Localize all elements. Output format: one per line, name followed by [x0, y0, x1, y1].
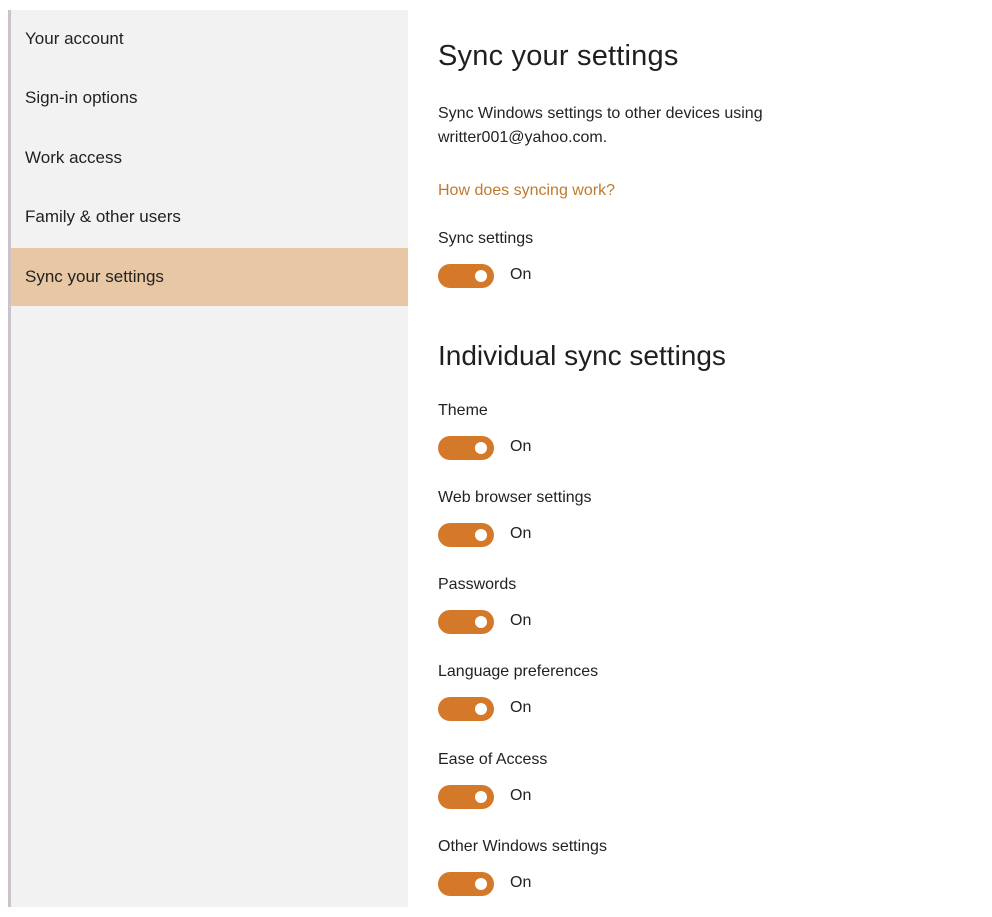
sidebar: Your account Sign-in options Work access… [8, 10, 408, 907]
setting-label: Passwords [438, 576, 517, 593]
toggle-knob [475, 878, 487, 890]
page-title: Sync your settings [438, 40, 679, 72]
setting-label: Language preferences [438, 663, 599, 680]
toggle-knob [475, 703, 487, 715]
toggle-state: On [510, 699, 532, 716]
sidebar-item-work-access[interactable]: Work access [11, 129, 408, 187]
ease-of-access-toggle[interactable] [438, 785, 494, 809]
web-browser-setting: Web browser settings On [438, 489, 838, 553]
sync-settings-setting: Sync settings On [438, 230, 838, 294]
sidebar-item-your-account[interactable]: Your account [11, 10, 408, 68]
main-content: Sync your settings Sync Windows settings… [438, 10, 978, 907]
passwords-setting: Passwords On [438, 576, 838, 640]
toggle-state: On [510, 874, 532, 891]
other-windows-settings-setting: Other Windows settings On [438, 838, 838, 902]
toggle-knob [475, 616, 487, 628]
sync-settings-toggle[interactable] [438, 264, 494, 288]
setting-label: Theme [438, 402, 488, 419]
sidebar-item-label: Work access [25, 148, 122, 167]
sidebar-item-label: Your account [25, 29, 124, 48]
sidebar-item-sign-in-options[interactable]: Sign-in options [11, 69, 408, 127]
help-link[interactable]: How does syncing work? [438, 182, 615, 200]
individual-sync-title: Individual sync settings [438, 340, 726, 371]
language-preferences-setting: Language preferences On [438, 663, 838, 727]
toggle-state: On [510, 266, 532, 283]
setting-label: Other Windows settings [438, 838, 607, 855]
toggle-state: On [510, 525, 532, 542]
toggle-knob [475, 529, 487, 541]
theme-setting: Theme On [438, 402, 838, 466]
sidebar-item-label: Sign-in options [25, 88, 138, 107]
setting-label: Sync settings [438, 230, 534, 247]
sidebar-item-label: Family & other users [25, 207, 181, 226]
sidebar-item-family-other-users[interactable]: Family & other users [11, 188, 408, 246]
setting-label: Ease of Access [438, 751, 548, 768]
toggle-knob [475, 442, 487, 454]
setting-label: Web browser settings [438, 489, 592, 506]
toggle-state: On [510, 787, 532, 804]
language-preferences-toggle[interactable] [438, 697, 494, 721]
web-browser-toggle[interactable] [438, 523, 494, 547]
toggle-knob [475, 791, 487, 803]
passwords-toggle[interactable] [438, 610, 494, 634]
toggle-knob [475, 270, 487, 282]
other-windows-settings-toggle[interactable] [438, 872, 494, 896]
sidebar-item-label: Sync your settings [25, 267, 164, 286]
ease-of-access-setting: Ease of Access On [438, 751, 838, 815]
sidebar-item-sync-your-settings[interactable]: Sync your settings [11, 248, 408, 306]
settings-window: Your account Sign-in options Work access… [0, 0, 992, 917]
theme-toggle[interactable] [438, 436, 494, 460]
toggle-state: On [510, 438, 532, 455]
sync-description: Sync Windows settings to other devices u… [438, 105, 763, 146]
toggle-state: On [510, 612, 532, 629]
